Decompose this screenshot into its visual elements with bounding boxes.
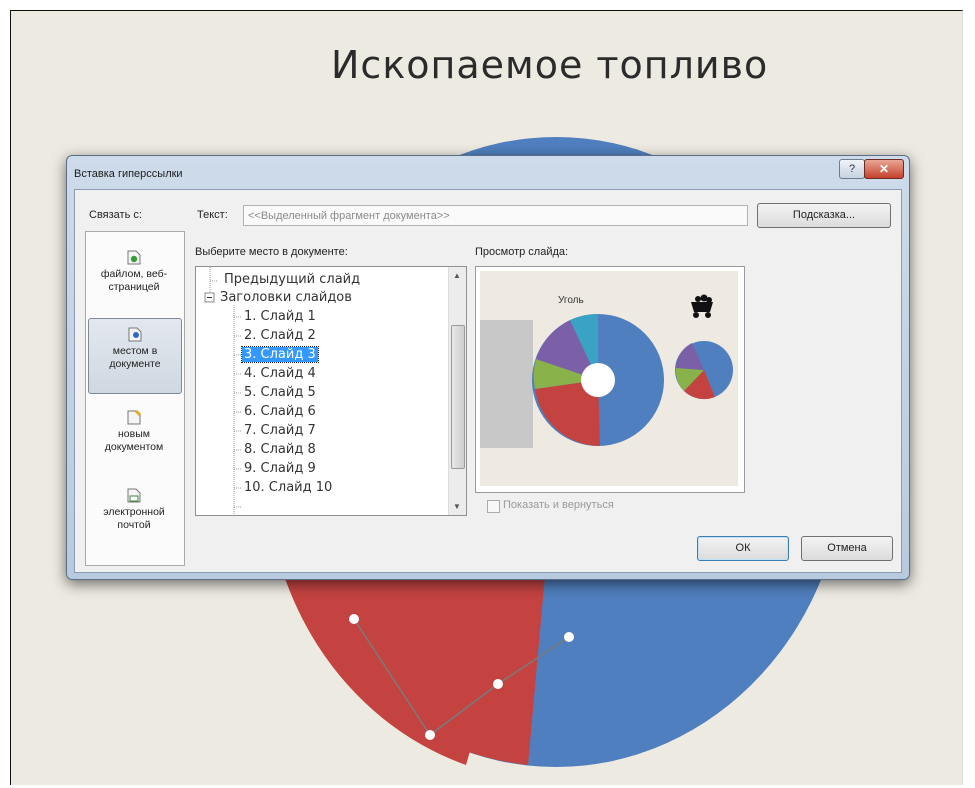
slide-preview-label: Просмотр слайда:: [475, 246, 569, 258]
email-icon: [127, 488, 141, 503]
cancel-button[interactable]: Отмена: [801, 536, 893, 561]
document-place-tree[interactable]: Предыдущий слайд Заголовки слайдов 1. Сл…: [195, 266, 467, 516]
tree-item-slide[interactable]: 8. Слайд 8: [244, 442, 316, 457]
tree-scrollbar[interactable]: ▲ ▼: [448, 267, 466, 515]
tree-item-slide[interactable]: 5. Слайд 5: [244, 385, 316, 400]
slide-preview-thumbnail: Уголь: [480, 271, 738, 486]
tree-item-slide[interactable]: 7. Слайд 7: [244, 423, 316, 438]
insert-hyperlink-dialog: Вставка гиперссылки ? ✕ Связать с: Текст…: [66, 155, 910, 580]
document-place-icon: [128, 327, 142, 342]
link-option-email[interactable]: электронной почтой: [88, 480, 180, 554]
link-option-web-page[interactable]: файлом, веб-страницей: [88, 242, 180, 316]
link-option-new-document[interactable]: новым документом: [88, 402, 180, 476]
tree-item-previous-slide[interactable]: Предыдущий слайд: [224, 272, 360, 287]
slide-preview: Уголь: [475, 266, 745, 493]
tree-item-slide[interactable]: 9. Слайд 9: [244, 461, 316, 476]
place-in-document-label: Выберите место в документе:: [195, 246, 348, 258]
close-button[interactable]: ✕: [864, 159, 904, 179]
link-option-place-in-document[interactable]: местом в документе: [88, 318, 182, 394]
link-to-label: Связать с:: [89, 209, 142, 221]
show-and-return-checkbox[interactable]: [487, 500, 500, 513]
tree-group-slide-titles[interactable]: Заголовки слайдов: [220, 290, 352, 305]
dialog-body: Связать с: Текст: <<Выделенный фрагмент …: [74, 189, 902, 573]
scroll-up-arrow-icon[interactable]: ▲: [453, 271, 461, 280]
slide-title: Ископаемое топливо: [331, 43, 769, 87]
scroll-down-arrow-icon[interactable]: ▼: [453, 502, 461, 511]
link-to-bar: файлом, веб-страницей местом в документе…: [85, 231, 185, 566]
help-button[interactable]: ?: [839, 159, 865, 179]
tree-item-slide[interactable]: 1. Слайд 1: [244, 309, 316, 324]
web-page-icon: [127, 250, 141, 265]
tree-item-slide[interactable]: 10. Слайд 10: [244, 480, 332, 495]
link-option-label: файлом, веб-страницей: [100, 268, 168, 293]
hint-button[interactable]: Подсказка...: [757, 203, 891, 228]
tree-item-slide-selected[interactable]: 3. Слайд 3: [241, 346, 319, 363]
dialog-titlebar: Вставка гиперссылки ? ✕: [67, 156, 909, 189]
coal-cart-icon: [691, 294, 713, 318]
link-option-label: местом в документе: [109, 345, 161, 370]
link-option-label: новым документом: [104, 428, 164, 453]
dialog-title: Вставка гиперссылки: [74, 168, 183, 180]
tree-item-slide[interactable]: 4. Слайд 4: [244, 366, 316, 381]
scrollbar-thumb[interactable]: [451, 325, 465, 469]
tree-item-slide[interactable]: 6. Слайд 6: [244, 404, 316, 419]
new-document-icon: [127, 410, 141, 425]
link-option-label: электронной почтой: [103, 506, 165, 531]
preview-graphic: [480, 294, 733, 448]
tree-item-slide[interactable]: 2. Слайд 2: [244, 328, 316, 343]
ok-button[interactable]: ОК: [697, 536, 789, 561]
text-label: Текст:: [197, 209, 228, 221]
show-and-return-label: Показать и вернуться: [503, 499, 614, 511]
tree-item-label: 3. Слайд 3: [241, 346, 319, 363]
display-text-field[interactable]: <<Выделенный фрагмент документа>>: [243, 205, 748, 226]
